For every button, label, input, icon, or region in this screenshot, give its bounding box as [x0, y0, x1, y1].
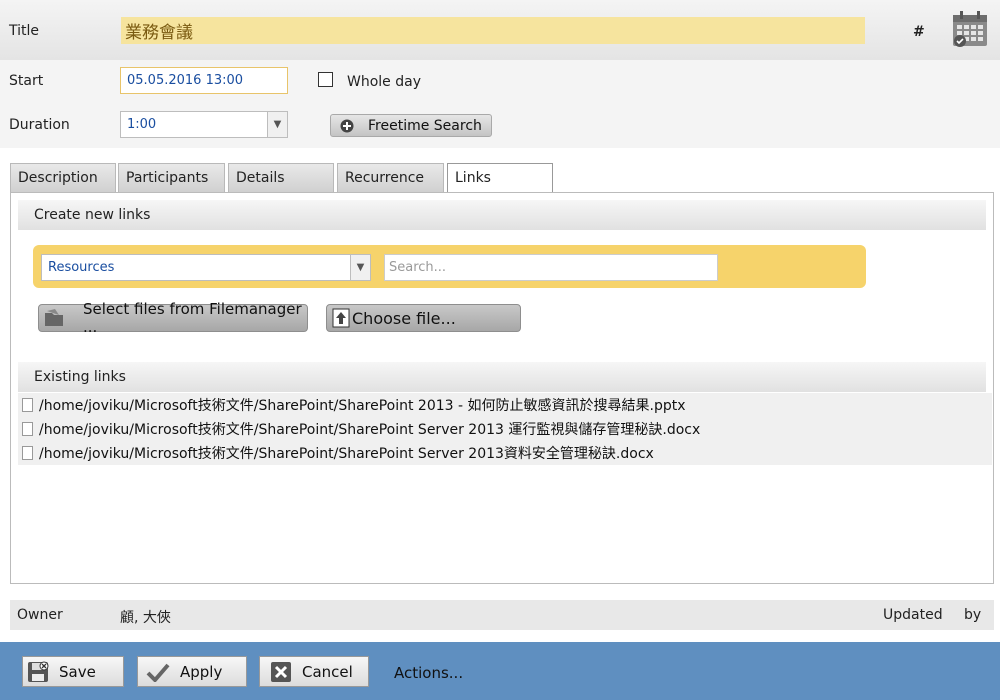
tab-links[interactable]: Links	[447, 163, 553, 194]
tab-label: Description	[18, 170, 98, 186]
link-path: /home/joviku/Microsoft技術文件/SharePoint/Sh…	[39, 398, 686, 414]
resources-select[interactable]: Resources ▼	[41, 254, 371, 281]
freetime-search-button[interactable]: Freetime Search	[330, 114, 492, 137]
duration-value: 1:00	[127, 117, 157, 132]
hash-label: #	[913, 24, 925, 40]
whole-day-label: Whole day	[347, 74, 421, 90]
create-links-heading-text: Create new links	[34, 207, 151, 223]
plus-circle-icon	[340, 119, 354, 133]
file-icon	[22, 398, 33, 412]
link-path: /home/joviku/Microsoft技術文件/SharePoint/Sh…	[39, 422, 701, 438]
whole-day-checkbox[interactable]	[318, 72, 333, 87]
duration-select[interactable]: 1:00 ▼	[120, 111, 288, 138]
file-icon	[22, 422, 33, 436]
tab-participants[interactable]: Participants	[118, 163, 225, 193]
title-input[interactable]	[121, 17, 865, 44]
cancel-button[interactable]: Cancel	[259, 656, 369, 687]
select-filemanager-button[interactable]: Select files from Filemanager ...	[38, 300, 308, 336]
by-label: by	[964, 607, 982, 623]
tab-description[interactable]: Description	[10, 163, 116, 193]
tab-label: Recurrence	[345, 170, 425, 186]
file-icon	[22, 446, 33, 460]
check-icon	[146, 662, 170, 682]
save-label: Save	[59, 662, 96, 681]
link-path: /home/joviku/Microsoft技術文件/SharePoint/Sh…	[39, 446, 654, 462]
existing-links-list: /home/joviku/Microsoft技術文件/SharePoint/Sh…	[18, 393, 992, 465]
chevron-down-icon[interactable]: ▼	[350, 255, 370, 280]
tab-label: Links	[455, 170, 491, 186]
list-item[interactable]: /home/joviku/Microsoft技術文件/SharePoint/Sh…	[18, 441, 992, 465]
close-icon	[270, 661, 292, 683]
folder-icon	[43, 308, 65, 328]
owner-label: Owner	[17, 607, 63, 623]
choose-file-label: Choose file...	[352, 308, 456, 328]
title-label: Title	[9, 23, 40, 39]
tab-label: Details	[236, 170, 285, 186]
apply-label: Apply	[180, 662, 223, 681]
filemanager-label: Select files from Filemanager ...	[83, 300, 302, 336]
actions-menu[interactable]: Actions...	[394, 664, 463, 682]
calendar-icon[interactable]	[950, 9, 990, 49]
choose-file-button[interactable]: Choose file...	[326, 304, 521, 332]
create-links-heading: Create new links	[18, 200, 986, 230]
owner-value: 顧, 大俠	[120, 610, 171, 626]
list-item[interactable]: /home/joviku/Microsoft技術文件/SharePoint/Sh…	[18, 393, 992, 417]
tab-label: Participants	[126, 170, 209, 186]
save-button[interactable]: Save	[22, 656, 124, 687]
apply-button[interactable]: Apply	[137, 656, 247, 687]
updated-label: Updated	[883, 607, 943, 623]
search-input[interactable]	[384, 254, 718, 281]
upload-icon	[332, 308, 350, 328]
tab-recurrence[interactable]: Recurrence	[337, 163, 444, 193]
cancel-label: Cancel	[302, 662, 353, 681]
save-icon	[27, 661, 49, 683]
freetime-search-label: Freetime Search	[368, 117, 482, 134]
tab-details[interactable]: Details	[228, 163, 334, 193]
list-item[interactable]: /home/joviku/Microsoft技術文件/SharePoint/Sh…	[18, 417, 992, 441]
start-input[interactable]: 05.05.2016 13:00	[120, 67, 288, 94]
existing-links-heading: Existing links	[18, 362, 986, 392]
start-value: 05.05.2016 13:00	[127, 73, 244, 88]
start-label: Start	[9, 73, 44, 89]
chevron-down-icon[interactable]: ▼	[267, 112, 287, 137]
existing-links-heading-text: Existing links	[34, 369, 126, 385]
resources-value: Resources	[48, 260, 115, 275]
duration-label: Duration	[9, 117, 70, 133]
